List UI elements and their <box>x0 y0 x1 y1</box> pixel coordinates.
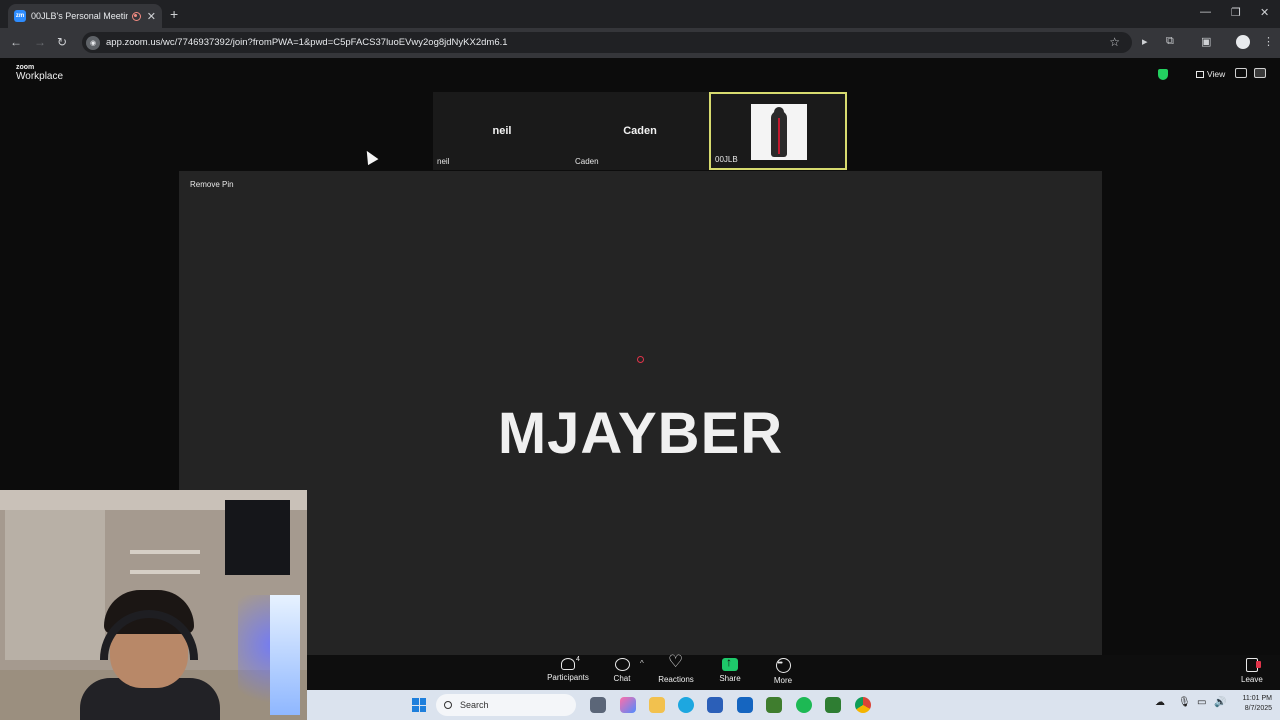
tab-title: 00JLB's Personal Meeting R <box>31 11 128 21</box>
spotify-icon[interactable] <box>796 697 812 713</box>
store-icon[interactable] <box>707 697 723 713</box>
zoom-logo-top: zoom <box>16 64 35 71</box>
side-panel-icon[interactable]: ▣ <box>1201 35 1211 48</box>
extensions-icon[interactable]: ⧉ <box>1166 35 1174 48</box>
more-button[interactable]: More <box>770 658 796 685</box>
reactions-button[interactable]: Reactions <box>657 653 695 684</box>
bookmark-star-icon[interactable]: ☆ <box>1109 35 1120 49</box>
participant-name: neil <box>492 125 512 137</box>
microphone-icon[interactable]: 🎙 <box>1178 697 1191 708</box>
pinned-participant-name: MJAYBER <box>497 401 784 466</box>
participant-label: neil <box>437 157 450 166</box>
site-info-icon[interactable]: ◉ <box>86 35 100 50</box>
forward-arrow-icon[interactable]: → <box>34 35 46 49</box>
taskbar-clock[interactable]: 11:01 PM 8/7/2025 <box>1232 694 1272 714</box>
heart-icon <box>668 653 684 672</box>
browser-tab[interactable]: zm 00JLB's Personal Meeting R ✕ <box>8 4 162 28</box>
search-icon <box>444 701 452 709</box>
share-screen-icon <box>722 656 738 671</box>
webcam-overlay <box>0 490 307 720</box>
view-label: View <box>1207 69 1226 79</box>
volume-icon[interactable]: 🔊 <box>1214 697 1226 708</box>
minecraft-icon[interactable] <box>766 697 782 713</box>
search-placeholder: Search <box>460 700 489 710</box>
recording-icon <box>131 11 141 21</box>
chat-icon <box>614 658 630 671</box>
active-speaker-tile[interactable]: 00JLB <box>709 92 847 170</box>
chrome-icon[interactable] <box>855 697 871 713</box>
close-tab-icon[interactable]: ✕ <box>147 10 156 23</box>
media-play-icon[interactable]: ▸ <box>1142 35 1148 48</box>
participant-profile-image <box>751 104 807 160</box>
minimize-icon[interactable]: — <box>1200 6 1211 18</box>
profile-avatar[interactable] <box>1236 35 1250 49</box>
clock-date: 8/7/2025 <box>1244 705 1272 712</box>
copilot-icon[interactable] <box>620 697 636 713</box>
close-window-icon[interactable]: ✕ <box>1260 6 1269 19</box>
outlook-icon[interactable] <box>737 697 753 713</box>
participant-name: Caden <box>623 125 657 137</box>
participant-label: 00JLB <box>715 155 738 164</box>
zoom-favicon-icon: zm <box>14 10 26 22</box>
taskbar-search-box[interactable]: Search <box>436 694 576 716</box>
windows-start-icon[interactable] <box>412 698 426 712</box>
back-arrow-icon[interactable]: ← <box>10 35 22 49</box>
menu-kebab-icon[interactable]: ⋮ <box>1263 35 1274 48</box>
url-field[interactable]: ◉ app.zoom.us/wc/7746937392/join?fromPWA… <box>82 32 1132 53</box>
share-button[interactable]: Share <box>717 656 743 683</box>
grid-view-icon <box>1196 71 1204 78</box>
clock-time: 11:01 PM <box>1242 695 1272 702</box>
reactions-label: Reactions <box>658 675 694 684</box>
chat-options-chevron-up-icon[interactable]: ^ <box>640 659 644 668</box>
participant-label: Caden <box>575 157 599 166</box>
recording-indicator-icon <box>637 356 644 363</box>
security-shield-icon[interactable] <box>1158 69 1168 80</box>
leave-door-icon <box>1245 658 1261 672</box>
participants-button[interactable]: 4 Participants <box>547 656 589 682</box>
chat-label: Chat <box>613 674 631 683</box>
leave-button[interactable]: Leave <box>1241 658 1263 684</box>
more-dots-icon <box>775 658 791 673</box>
network-icon[interactable]: ▭ <box>1197 697 1206 708</box>
url-text: app.zoom.us/wc/7746937392/join?fromPWA=1… <box>106 37 508 48</box>
new-tab-button[interactable]: + <box>170 6 178 22</box>
more-label: More <box>773 676 793 685</box>
task-view-icon[interactable] <box>590 697 606 713</box>
participants-count: 4 <box>576 656 580 663</box>
participants-icon <box>561 658 575 670</box>
picture-in-picture-icon[interactable] <box>1235 68 1247 78</box>
leave-label: Leave <box>1241 675 1263 684</box>
remove-pin-button[interactable]: Remove Pin <box>190 180 234 189</box>
file-explorer-icon[interactable] <box>649 697 665 713</box>
edge-browser-icon[interactable] <box>678 697 694 713</box>
view-button[interactable]: View <box>1196 69 1225 79</box>
participant-tile[interactable]: Caden Caden <box>571 92 709 170</box>
meeting-toolbar: 4 Participants Chat ^ Reactions Share Mo… <box>307 653 1280 690</box>
share-label: Share <box>719 674 741 683</box>
onedrive-icon[interactable]: ☁ <box>1155 697 1165 708</box>
browser-tab-bar <box>0 0 1280 28</box>
restore-icon[interactable]: ❐ <box>1231 6 1241 19</box>
participants-label: Participants <box>547 673 589 682</box>
zoom-logo-bottom: Workplace <box>16 71 64 82</box>
fullscreen-icon[interactable] <box>1254 68 1266 78</box>
participant-tile[interactable]: neil neil <box>433 92 571 170</box>
app-icon[interactable] <box>825 697 841 713</box>
reload-icon[interactable]: ↻ <box>57 35 67 49</box>
chat-button[interactable]: Chat <box>610 658 634 683</box>
